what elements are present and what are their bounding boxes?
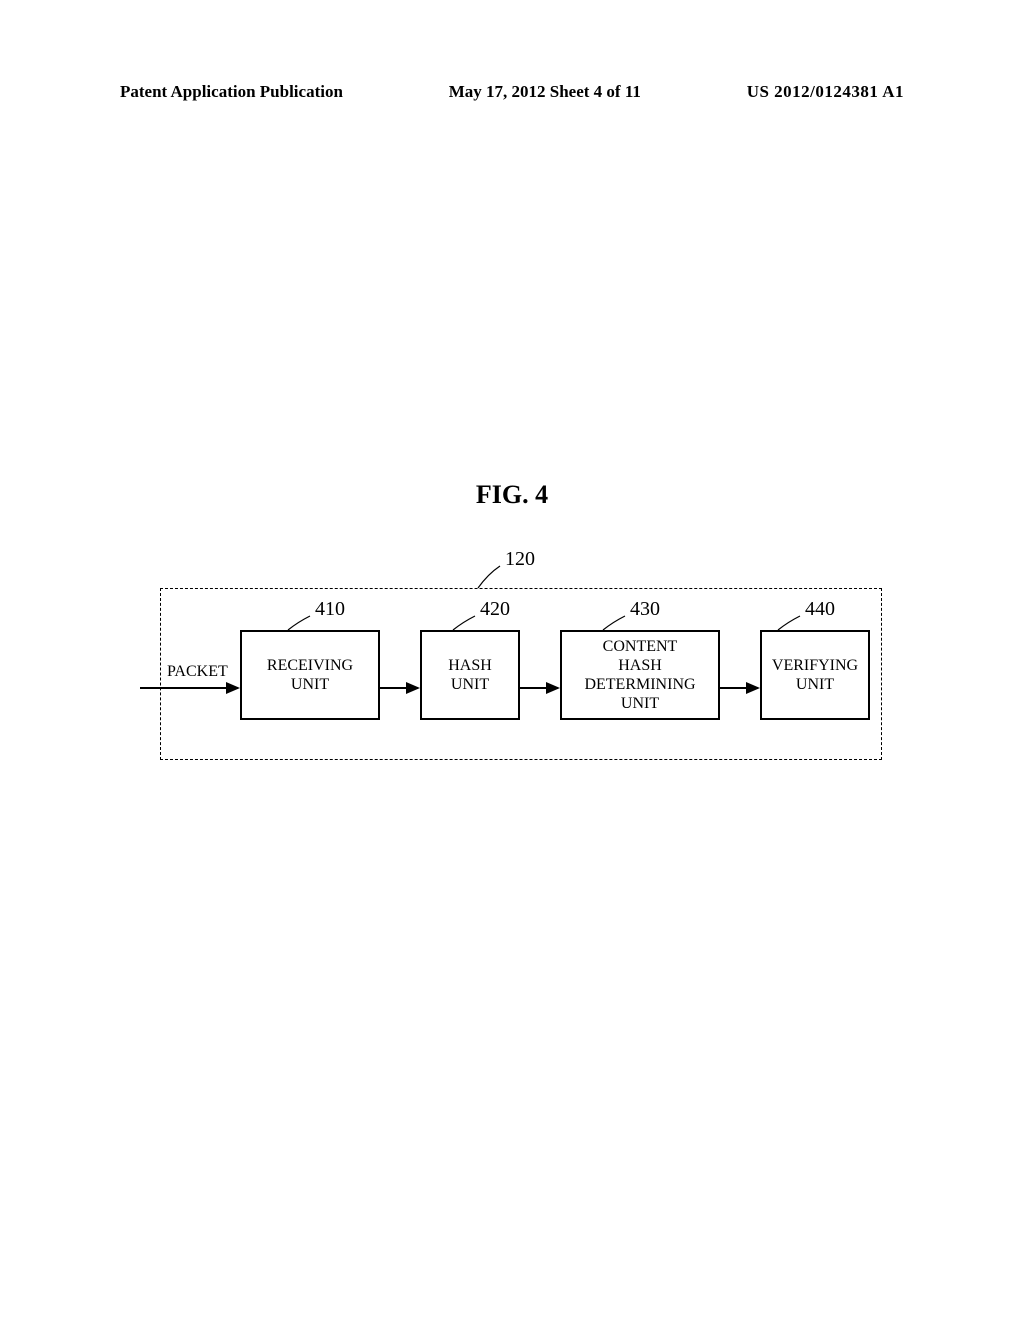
leader-outer [478,566,500,588]
leader-u4 [778,616,800,630]
leader-u1 [288,616,310,630]
leader-u3 [603,616,625,630]
header-right: US 2012/0124381 A1 [747,82,904,102]
figure-title: FIG. 4 [0,480,1024,510]
leader-u2 [453,616,475,630]
header-left: Patent Application Publication [120,82,343,102]
header-middle: May 17, 2012 Sheet 4 of 11 [449,82,641,102]
page: Patent Application Publication May 17, 2… [0,0,1024,1320]
arrows-overlay [160,548,880,778]
block-diagram: 120 410 420 430 440 PACKET RECEIVING UNI… [160,548,880,778]
page-header: Patent Application Publication May 17, 2… [0,82,1024,102]
